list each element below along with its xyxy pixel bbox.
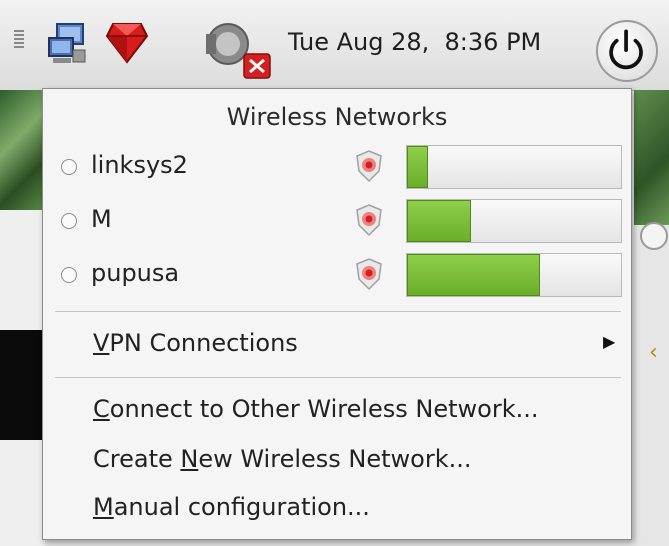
desktop-wallpaper-right <box>634 90 669 225</box>
mnemonic: M <box>93 493 114 521</box>
signal-fill <box>407 146 429 188</box>
panel-grip[interactable] <box>14 30 24 50</box>
window-control-button[interactable] <box>640 222 668 250</box>
volume-muted-icon[interactable] <box>200 18 276 80</box>
top-panel: Tue Aug 28, 8:36 PM <box>0 0 669 91</box>
item-label: ew Wireless Network... <box>198 445 472 473</box>
signal-strength-bar <box>406 253 622 297</box>
power-icon <box>609 29 643 70</box>
network-name: M <box>91 205 112 233</box>
clock[interactable]: Tue Aug 28, 8:36 PM <box>288 28 541 56</box>
item-label-prefix: Create <box>93 445 181 473</box>
network-name: linksys2 <box>91 151 188 179</box>
item-label: PN Connections <box>109 329 298 357</box>
radio-button[interactable] <box>61 213 77 229</box>
network-item-m[interactable]: M <box>43 199 631 247</box>
desktop-wallpaper <box>0 90 45 210</box>
menu-separator <box>55 377 621 378</box>
vpn-connections-item[interactable]: VPN Connections <box>93 329 298 357</box>
item-label: anual configuration... <box>113 493 370 521</box>
signal-fill <box>407 200 472 242</box>
network-icon[interactable] <box>45 22 89 66</box>
wireless-menu: Wireless Networks linksys2 M pupusa VPN … <box>42 88 632 540</box>
security-shield-icon <box>356 258 382 291</box>
chevron-left-icon[interactable]: ‹ <box>649 340 658 365</box>
security-shield-icon <box>356 150 382 183</box>
mnemonic: N <box>180 445 199 473</box>
network-item-pupusa[interactable]: pupusa <box>43 253 631 301</box>
window-fragment <box>0 330 45 440</box>
network-name: pupusa <box>91 259 180 287</box>
menu-title: Wireless Networks <box>226 103 448 131</box>
mnemonic: C <box>93 395 110 423</box>
create-new-network-item[interactable]: Create New Wireless Network... <box>93 445 472 473</box>
mnemonic: V <box>93 329 110 357</box>
manual-configuration-item[interactable]: Manual configuration... <box>93 493 370 521</box>
power-button[interactable] <box>596 20 658 82</box>
item-label: onnect to Other Wireless Network... <box>109 395 539 423</box>
security-shield-icon <box>356 204 382 237</box>
signal-fill <box>407 254 540 296</box>
signal-strength-bar <box>406 199 622 243</box>
network-item-linksys2[interactable]: linksys2 <box>43 145 631 193</box>
signal-strength-bar <box>406 145 622 189</box>
connect-other-network-item[interactable]: Connect to Other Wireless Network... <box>93 395 539 423</box>
submenu-arrow-icon: ▶ <box>603 332 616 351</box>
radio-button[interactable] <box>61 159 77 175</box>
radio-button[interactable] <box>61 267 77 283</box>
ruby-icon[interactable] <box>105 20 149 66</box>
menu-separator <box>55 311 621 312</box>
